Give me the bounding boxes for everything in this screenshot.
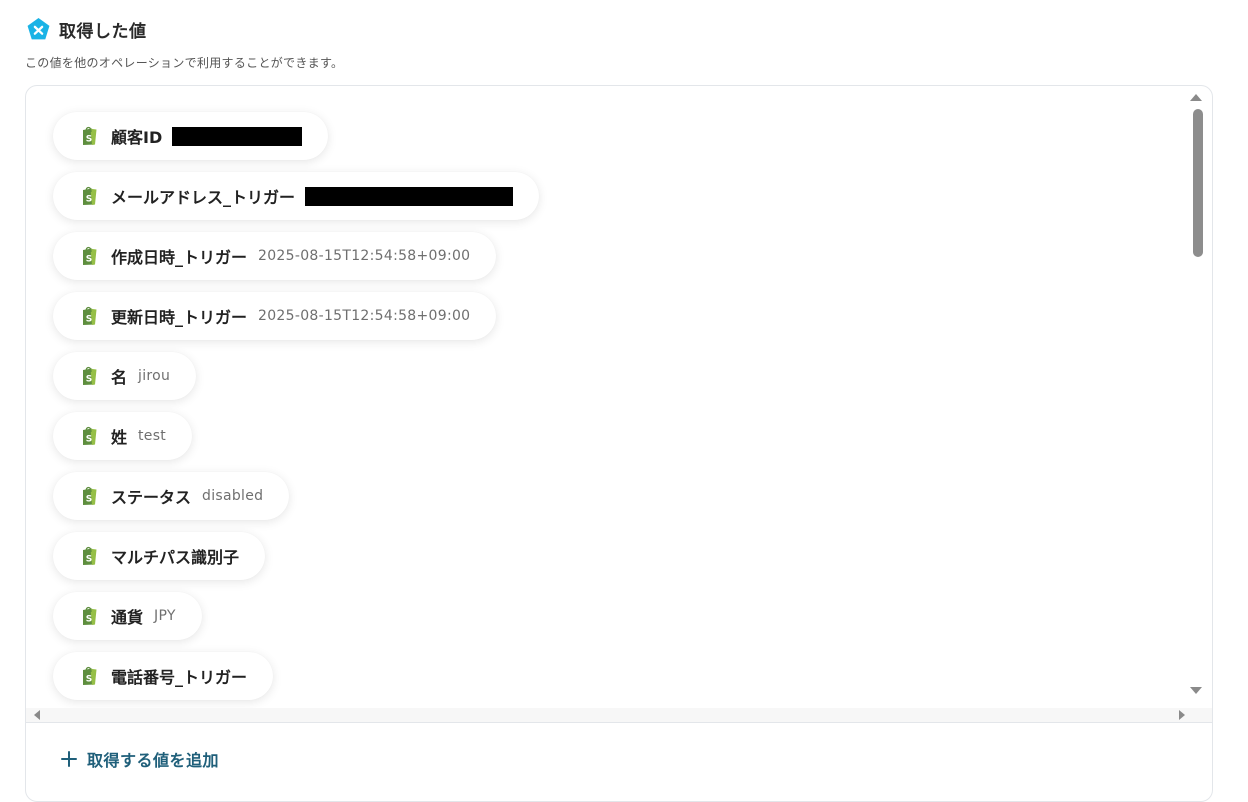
svg-text:S: S xyxy=(86,375,92,385)
value-chip-multipass-identifier[interactable]: S マルチパス識別子 xyxy=(53,532,266,580)
value-chip-label: 顧客ID xyxy=(111,128,163,147)
svg-text:S: S xyxy=(86,555,92,565)
shopify-icon: S xyxy=(83,606,97,625)
value-chip-phone-trigger[interactable]: S 電話番号_トリガー xyxy=(53,652,274,700)
value-chip-label: 名 xyxy=(111,368,128,387)
section-title: 取得した値 xyxy=(59,21,147,42)
svg-text:S: S xyxy=(86,195,92,205)
value-chip-value: disabled xyxy=(202,488,264,504)
value-chip-value: 2025-08-15T12:54:58+09:00 xyxy=(258,308,471,324)
scroll-down-arrow[interactable] xyxy=(1190,687,1202,694)
panel-footer: 取得する値を追加 xyxy=(26,722,1212,801)
value-chip-label: ステータス xyxy=(111,488,192,507)
value-chip-last-name[interactable]: S 姓 test xyxy=(53,412,193,460)
value-chip-status[interactable]: S ステータス disabled xyxy=(53,472,290,520)
svg-text:S: S xyxy=(86,675,92,685)
shopify-icon: S xyxy=(83,546,97,565)
add-value-button[interactable]: 取得する値を追加 xyxy=(61,747,219,771)
horizontal-scrollbar[interactable] xyxy=(26,708,1212,722)
shopify-icon: S xyxy=(83,126,97,145)
value-chip-value: 2025-08-15T12:54:58+09:00 xyxy=(258,248,471,264)
values-panel: S 顧客ID S メールアドレス_トリガー S 作成日時_トリガー 2025-0… xyxy=(25,85,1213,802)
svg-text:S: S xyxy=(86,315,92,325)
value-chip-value: JPY xyxy=(154,608,176,624)
value-chip-value: jirou xyxy=(138,368,171,384)
scroll-left-arrow[interactable] xyxy=(34,710,40,720)
scroll-right-arrow[interactable] xyxy=(1179,710,1185,720)
section-description: この値を他のオペレーションで利用することができます。 xyxy=(25,56,344,70)
value-chip-value: test xyxy=(138,428,167,444)
value-chip-created-at-trigger[interactable]: S 作成日時_トリガー 2025-08-15T12:54:58+09:00 xyxy=(53,232,497,280)
value-list: S 顧客ID S メールアドレス_トリガー S 作成日時_トリガー 2025-0… xyxy=(26,86,1182,708)
value-chip-label: 姓 xyxy=(111,428,128,447)
shopify-icon: S xyxy=(83,666,97,685)
svg-text:S: S xyxy=(86,495,92,505)
value-chip-label: メールアドレス_トリガー xyxy=(111,188,296,207)
value-chip-first-name[interactable]: S 名 jirou xyxy=(53,352,197,400)
yoom-badge-icon xyxy=(27,17,50,39)
value-chip-currency[interactable]: S 通貨 JPY xyxy=(53,592,202,640)
shopify-icon: S xyxy=(83,486,97,505)
value-chip-updated-at-trigger[interactable]: S 更新日時_トリガー 2025-08-15T12:54:58+09:00 xyxy=(53,292,497,340)
vertical-scrollbar[interactable] xyxy=(1182,86,1212,708)
shopify-icon: S xyxy=(83,186,97,205)
value-chip-label: 作成日時_トリガー xyxy=(111,248,248,267)
shopify-icon: S xyxy=(83,366,97,385)
redacted-value xyxy=(305,186,514,206)
redacted-value xyxy=(172,126,303,146)
svg-text:S: S xyxy=(86,435,92,445)
value-chip-label: 更新日時_トリガー xyxy=(111,308,248,327)
add-value-label: 取得する値を追加 xyxy=(87,751,220,770)
value-chip-email-trigger[interactable]: S メールアドレス_トリガー xyxy=(53,172,540,220)
shopify-icon: S xyxy=(83,426,97,445)
svg-text:S: S xyxy=(86,135,92,145)
value-chip-label: 電話番号_トリガー xyxy=(111,668,248,687)
scroll-up-arrow[interactable] xyxy=(1190,94,1202,101)
scrollbar-thumb[interactable] xyxy=(1193,109,1203,257)
value-chip-label: マルチパス識別子 xyxy=(111,548,240,567)
value-chip-customer-id[interactable]: S 顧客ID xyxy=(53,112,329,160)
shopify-icon: S xyxy=(83,246,97,265)
section-header: 取得した値 xyxy=(26,16,147,42)
value-chip-label: 通貨 xyxy=(111,608,144,627)
svg-text:S: S xyxy=(86,615,92,625)
plus-icon xyxy=(61,751,77,767)
svg-text:S: S xyxy=(86,255,92,265)
shopify-icon: S xyxy=(83,306,97,325)
